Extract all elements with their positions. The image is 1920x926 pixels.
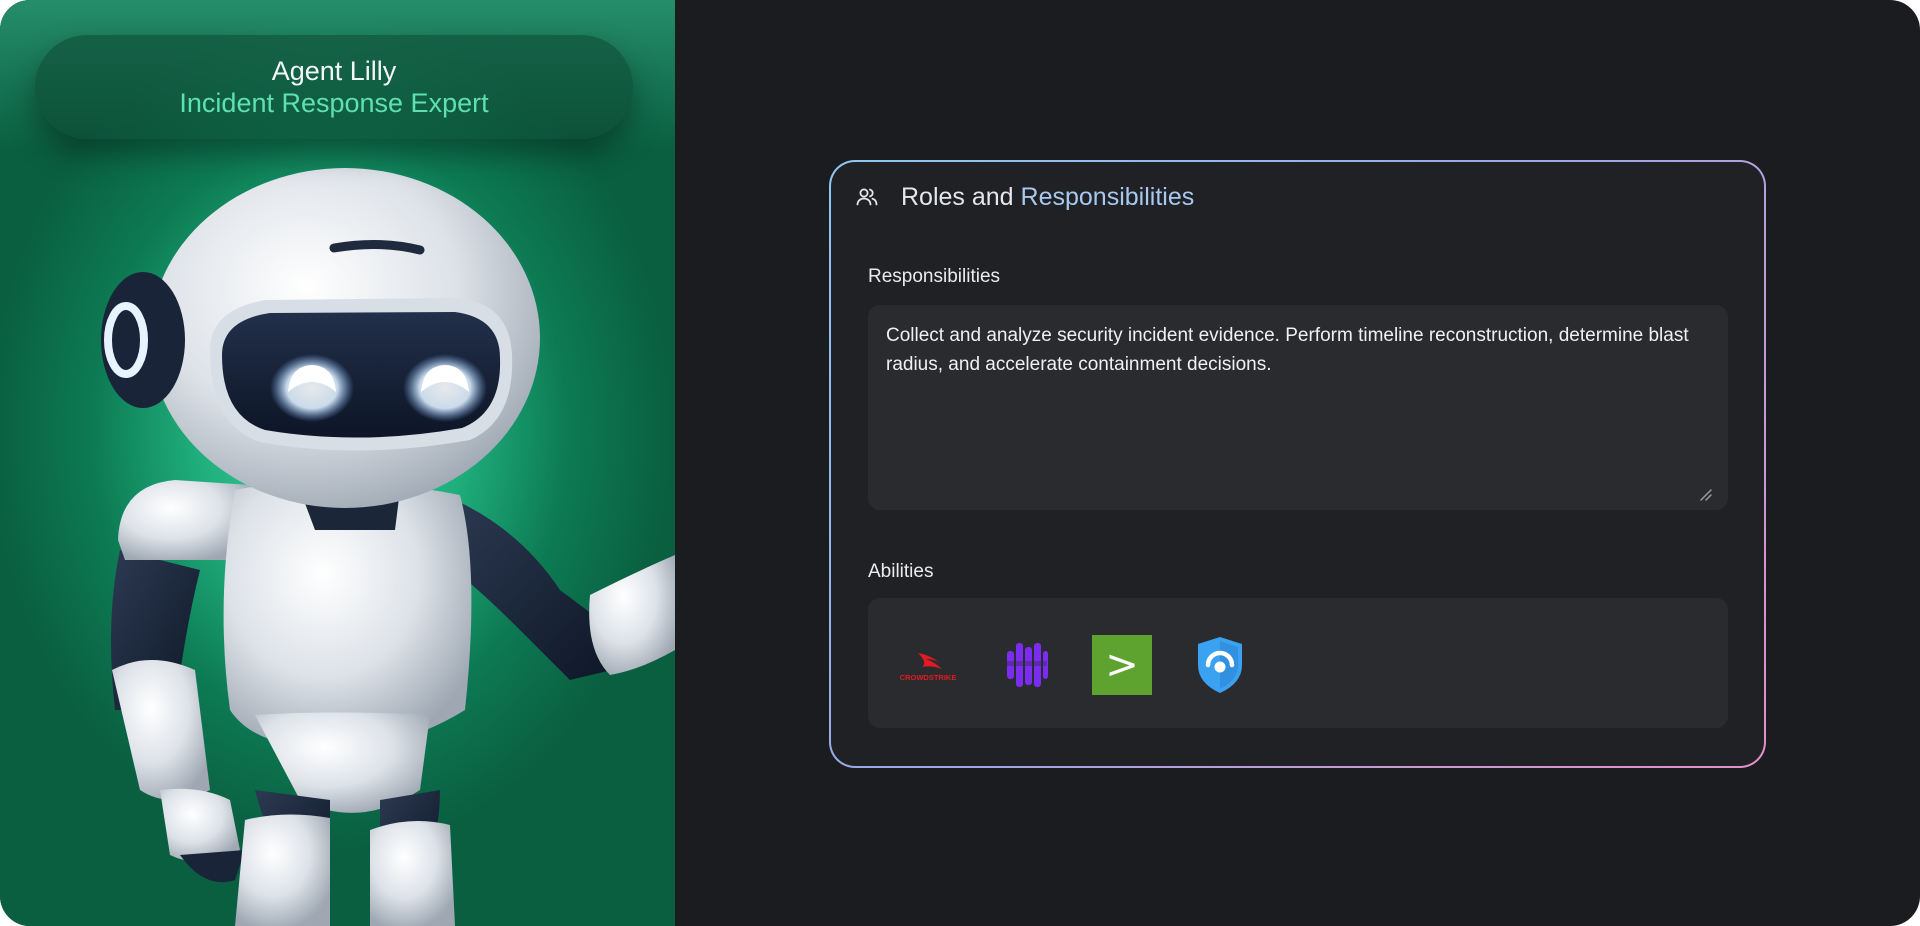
ability-sumo-logic[interactable] bbox=[994, 633, 1058, 697]
agent-hero-panel: Agent Lilly Incident Response Expert bbox=[0, 0, 675, 926]
resize-handle-icon[interactable] bbox=[1697, 486, 1713, 502]
shield-logo-icon bbox=[1198, 637, 1242, 693]
sumo-logic-logo-icon bbox=[1005, 643, 1048, 687]
crowdstrike-logo-icon: CROWDSTRIKE bbox=[900, 653, 957, 682]
responsibilities-textarea[interactable]: Collect and analyze security incident ev… bbox=[868, 305, 1728, 510]
users-icon bbox=[855, 185, 879, 209]
agent-name-pill: Agent Lilly Incident Response Expert bbox=[35, 35, 633, 139]
abilities-label: Abilities bbox=[868, 561, 934, 582]
roles-card: Roles and Responsibilities Responsibilit… bbox=[829, 160, 1766, 768]
card-title-prefix: Roles and bbox=[901, 182, 1014, 211]
roles-card-body: Roles and Responsibilities Responsibilit… bbox=[831, 162, 1764, 766]
robot-illustration bbox=[101, 168, 675, 926]
terminal-prompt-logo-icon: > bbox=[1092, 635, 1152, 695]
app-frame: Agent Lilly Incident Response Expert Rol… bbox=[0, 0, 1920, 926]
ability-crowdstrike[interactable]: CROWDSTRIKE bbox=[896, 633, 960, 697]
agent-name: Agent Lilly bbox=[271, 56, 397, 86]
card-header: Roles and Responsibilities bbox=[855, 180, 1194, 214]
responsibilities-label: Responsibilities bbox=[868, 266, 1001, 287]
terminal-glyph: > bbox=[1105, 642, 1139, 688]
ability-shield[interactable] bbox=[1188, 633, 1252, 697]
ability-terminal[interactable]: > bbox=[1090, 633, 1154, 697]
card-title: Roles and Responsibilities bbox=[901, 183, 1194, 212]
abilities-list: CROWDSTRIKE > bbox=[868, 598, 1728, 728]
agent-role: Incident Response Expert bbox=[179, 88, 489, 118]
crowdstrike-logo-text: CROWDSTRIKE bbox=[900, 673, 957, 682]
card-title-accent: Responsibilities bbox=[1020, 182, 1195, 211]
